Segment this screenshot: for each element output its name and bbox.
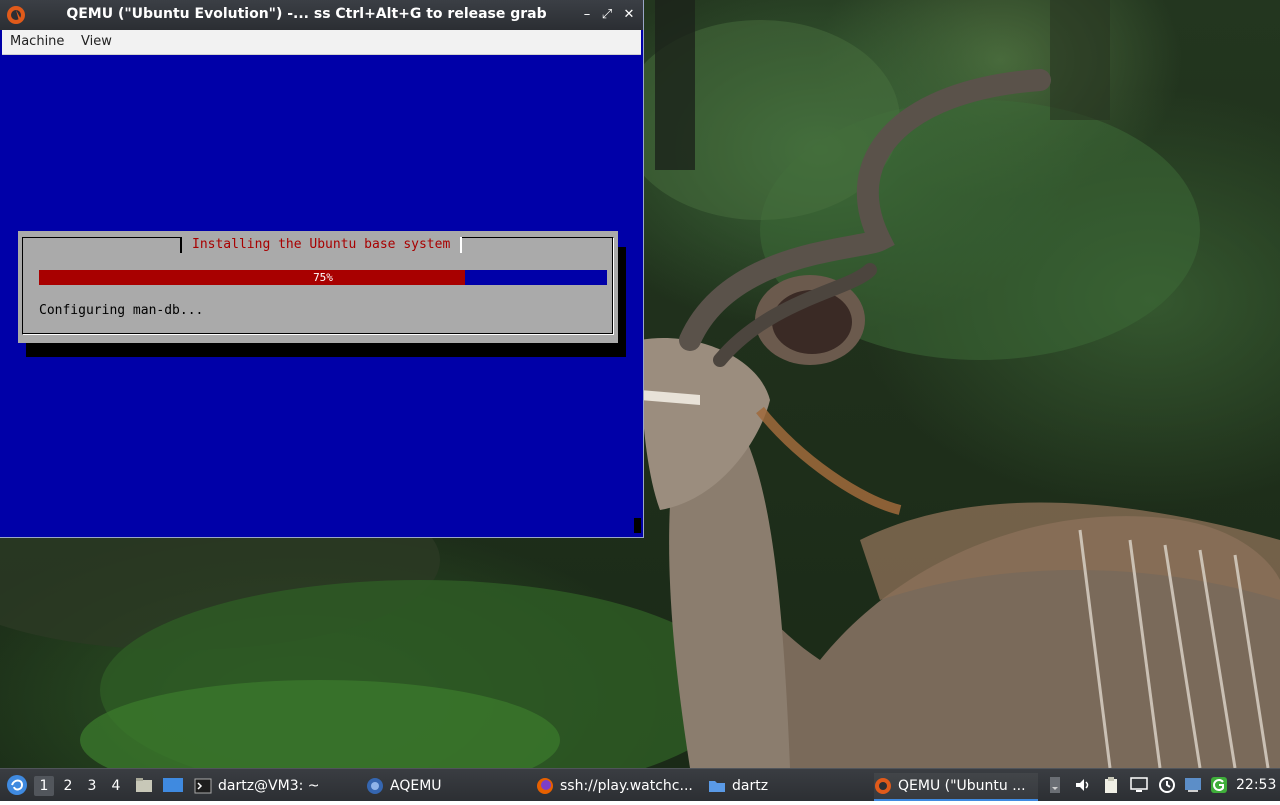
display-button[interactable] [1130, 776, 1148, 794]
window-titlebar[interactable]: QEMU ("Ubuntu Evolution") -... ss Ctrl+A… [0, 0, 643, 30]
taskbar-clock[interactable]: 22:53 [1236, 769, 1276, 801]
task-folder[interactable]: dartz [708, 773, 868, 799]
vm-display[interactable]: Installing the Ubuntu base system 75% Co… [2, 55, 641, 535]
qemu-window[interactable]: QEMU ("Ubuntu Evolution") -... ss Ctrl+A… [0, 0, 643, 537]
monitor-icon [1130, 777, 1148, 792]
task-aqemu-label: AQEMU [390, 778, 442, 794]
minimize-button[interactable]: – [578, 6, 596, 24]
workspace-1[interactable]: 1 [34, 776, 54, 796]
install-progress-label: 75% [313, 271, 333, 284]
task-qemu-label: QEMU ("Ubuntu ... [898, 778, 1026, 794]
task-terminal-label: dartz@VM3: ~ [218, 778, 320, 794]
task-folder-label: dartz [732, 778, 769, 794]
maximize-button[interactable]: ⤢ [598, 6, 616, 24]
install-status-text: Configuring man-db... [39, 303, 204, 318]
desktop-icon [163, 778, 183, 792]
show-desktop-button[interactable] [134, 775, 154, 795]
taskbar: 1 2 3 4 dartz@VM3: ~ AQEMU ssh://play.wa… [0, 768, 1280, 801]
file-manager-launcher-icon [136, 778, 152, 792]
network-icon [1185, 778, 1201, 792]
task-firefox[interactable]: ssh://play.watchc... [536, 773, 700, 799]
task-firefox-label: ssh://play.watchc... [560, 778, 693, 794]
workspace-3[interactable]: 3 [82, 776, 102, 796]
terminal-icon [194, 778, 212, 794]
desktop-launcher-button[interactable] [162, 775, 184, 795]
tray-handle-icon [1050, 777, 1060, 793]
dialog-frame: Installing the Ubuntu base system 75% Co… [22, 237, 614, 335]
install-progress-bar: 75% [39, 270, 607, 285]
menu-view[interactable]: View [81, 34, 112, 49]
task-aqemu[interactable]: AQEMU [366, 773, 528, 799]
workspace-2[interactable]: 2 [58, 776, 78, 796]
folder-icon [709, 781, 725, 792]
green-g-icon [1211, 777, 1227, 793]
aqemu-icon [367, 778, 383, 794]
network-button[interactable] [1184, 776, 1202, 794]
workspace-4[interactable]: 4 [106, 776, 126, 796]
clipboard-icon [1105, 777, 1117, 793]
window-title: QEMU ("Ubuntu Evolution") -... ss Ctrl+A… [66, 6, 547, 22]
qemu-icon [875, 778, 891, 794]
start-menu-button[interactable] [4, 769, 30, 801]
installer-dialog: Installing the Ubuntu base system 75% Co… [18, 231, 618, 343]
start-menu-icon [7, 775, 27, 795]
update-button[interactable] [1158, 776, 1176, 794]
close-button[interactable]: ✕ [620, 6, 638, 24]
vm-text-cursor [634, 518, 641, 533]
firefox-icon [537, 778, 553, 794]
volume-button[interactable] [1074, 776, 1092, 794]
menu-machine[interactable]: Machine [10, 34, 64, 49]
clipboard-button[interactable] [1102, 776, 1120, 794]
update-icon [1159, 777, 1175, 793]
menu-bar: Machine View [2, 30, 641, 55]
speaker-icon [1076, 779, 1089, 791]
task-terminal[interactable]: dartz@VM3: ~ [194, 773, 358, 799]
dialog-title: Installing the Ubuntu base system [180, 237, 463, 253]
tray-scroll-handle[interactable] [1046, 776, 1064, 794]
task-qemu[interactable]: QEMU ("Ubuntu ... [874, 773, 1038, 801]
notes-button[interactable] [1210, 776, 1228, 794]
